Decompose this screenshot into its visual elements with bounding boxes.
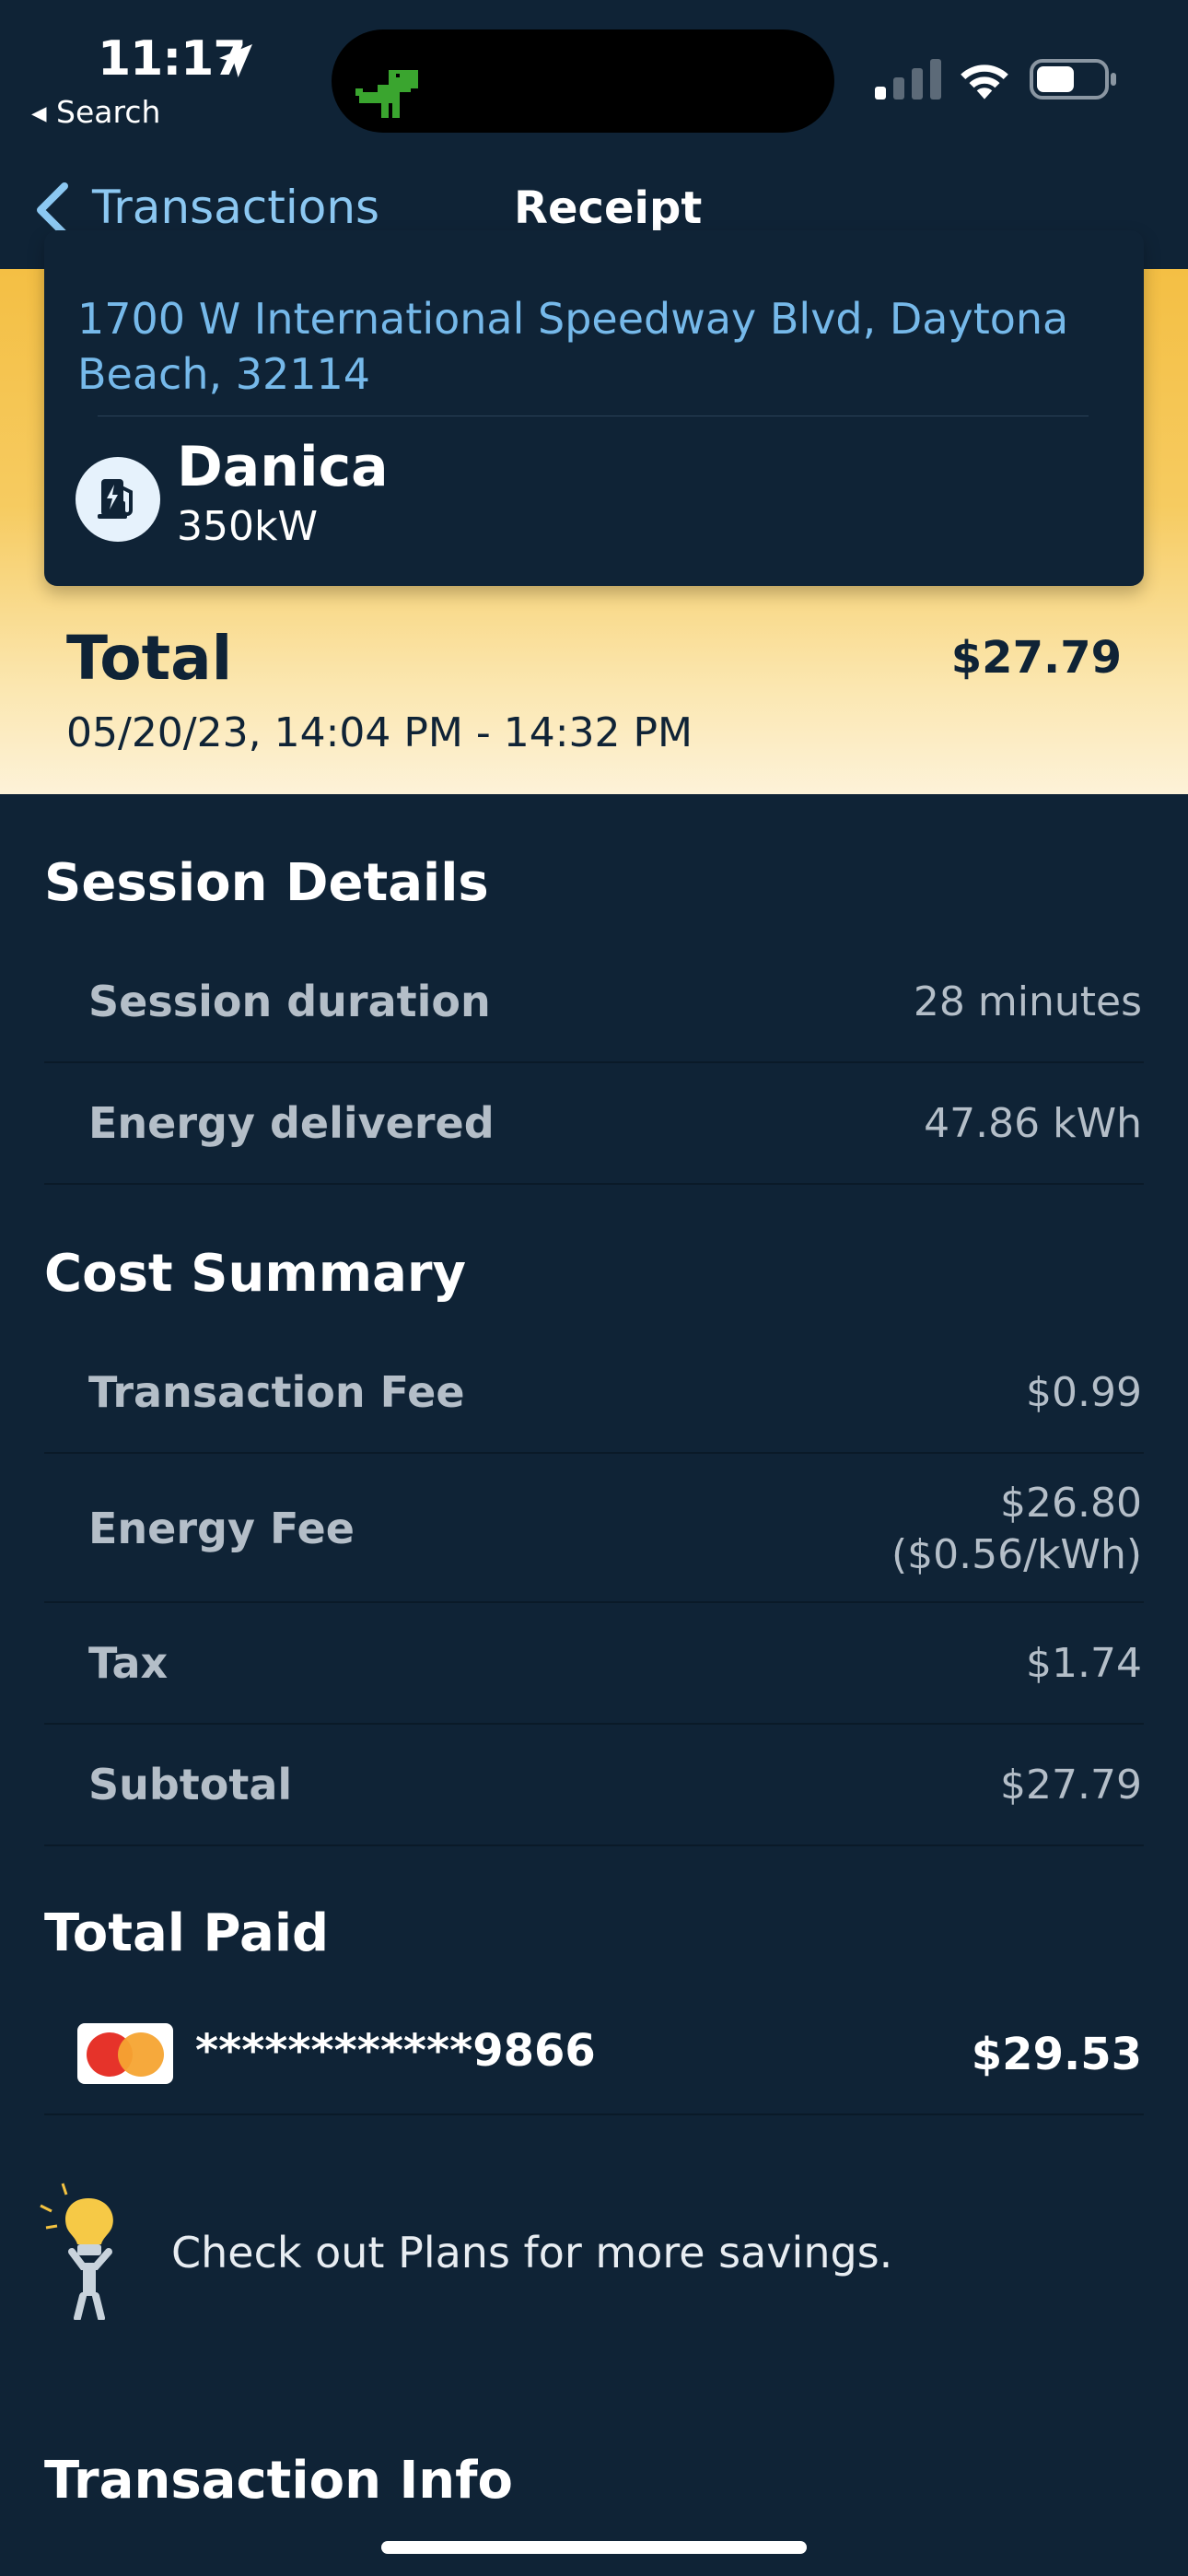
total-label: Total <box>66 623 233 694</box>
energy-fee-rate: ($0.56/kWh) <box>891 1531 1142 1578</box>
wifi-icon <box>961 64 1008 100</box>
subtotal-label: Subtotal <box>88 1760 293 1809</box>
station-name: Volusia Mall <box>79 269 429 281</box>
transaction-fee-label: Transaction Fee <box>88 1367 465 1417</box>
session-details-title: Session Details <box>44 853 489 913</box>
transaction-info-title: Transaction Info <box>44 2451 513 2511</box>
cellular-signal-icon <box>875 59 941 100</box>
page-title: Receipt <box>514 182 703 234</box>
plans-promo-text[interactable]: Check out Plans for more savings. <box>171 2228 892 2277</box>
lightbulb-icon[interactable] <box>35 2182 134 2320</box>
divider <box>44 1452 1144 1454</box>
divider <box>44 2113 1144 2115</box>
total-paid-title: Total Paid <box>44 1903 330 1963</box>
divider <box>44 1183 1144 1185</box>
energy-delivered-label: Energy delivered <box>88 1098 495 1148</box>
session-duration-value: 28 minutes <box>913 978 1142 1025</box>
back-to-app-link[interactable]: ◂ Search <box>31 94 160 130</box>
transaction-fee-value: $0.99 <box>1026 1369 1142 1416</box>
energy-fee-label: Energy Fee <box>88 1504 355 1553</box>
charger-power: 350kW <box>177 503 318 550</box>
divider <box>44 1061 1144 1063</box>
total-amount: $27.79 <box>950 632 1122 684</box>
home-indicator[interactable] <box>381 2541 807 2554</box>
ev-charger-icon <box>76 457 160 542</box>
subtotal-value: $27.79 <box>1000 1762 1142 1809</box>
paid-amount: $29.53 <box>971 2029 1142 2080</box>
energy-fee-value: $26.80 <box>1000 1480 1142 1527</box>
session-dates: 05/20/23, 14:04 PM - 14:32 PM <box>66 709 693 756</box>
energy-delivered-value: 47.86 kWh <box>924 1100 1142 1147</box>
dino-icon <box>355 70 418 118</box>
cost-summary-title: Cost Summary <box>44 1244 466 1304</box>
back-button[interactable]: Transactions <box>92 181 379 234</box>
divider <box>44 1844 1144 1846</box>
battery-icon <box>1030 59 1116 100</box>
tax-value: $1.74 <box>1026 1640 1142 1687</box>
session-duration-label: Session duration <box>88 977 491 1026</box>
divider <box>44 1601 1144 1603</box>
charger-name: Danica <box>177 435 389 499</box>
location-arrow-icon <box>219 44 252 77</box>
tax-label: Tax <box>88 1638 169 1688</box>
mastercard-icon <box>77 2023 173 2084</box>
card-number: ************9866 <box>195 2025 596 2077</box>
divider <box>44 1723 1144 1725</box>
station-address[interactable]: 1700 W International Speedway Blvd, Dayt… <box>77 291 1100 402</box>
